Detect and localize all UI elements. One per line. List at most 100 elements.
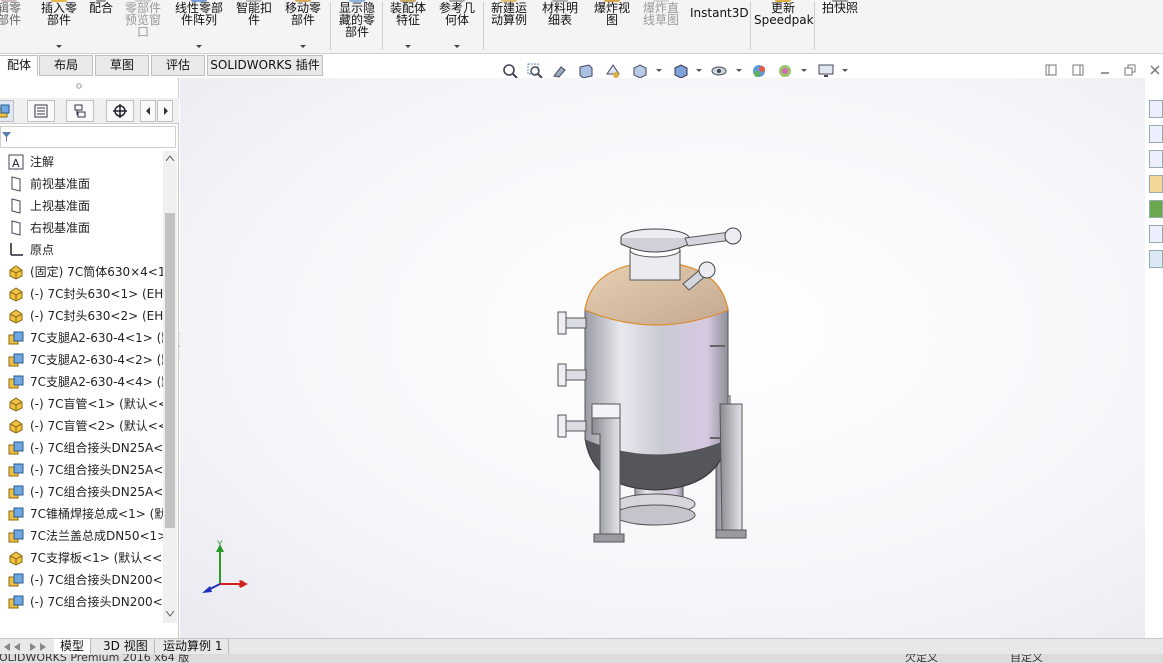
tree-item-label: (-) 7C封头630<1> (EHB bbox=[30, 287, 163, 301]
triad-y-label: Y bbox=[217, 540, 223, 550]
scrollbar-thumb[interactable] bbox=[165, 213, 175, 528]
exploded-view-button[interactable]: 爆炸视 图 bbox=[590, 0, 634, 50]
update-speedpak-button[interactable]: 更新 Speedpak bbox=[754, 0, 814, 50]
take-snapshot-button[interactable]: 拍快照 bbox=[818, 0, 862, 50]
explode-line-sketch-button[interactable]: 爆炸直 线草图 bbox=[638, 0, 684, 50]
bill-of-materials-button[interactable]: 材料明 细表 bbox=[538, 0, 582, 50]
tab-layout[interactable]: 布局 bbox=[39, 55, 93, 76]
ribbon-label: 材料明 细表 bbox=[541, 1, 578, 27]
assembly-features-button[interactable]: 装配体 特征 bbox=[386, 0, 430, 50]
chevron-down-icon[interactable] bbox=[656, 69, 662, 72]
tree-item-component[interactable]: 7C支腿A2-630-4<2> (默 bbox=[0, 349, 163, 371]
assembly-icon bbox=[8, 485, 24, 499]
tree-item-component[interactable]: 7C支撑板<1> (默认<<默 bbox=[0, 547, 163, 569]
tree-filter-field[interactable] bbox=[0, 126, 176, 148]
move-component-button[interactable]: 移动零 部件 bbox=[280, 0, 326, 50]
tree-item-right-plane[interactable]: 右视基准面 bbox=[0, 217, 163, 239]
tree-item-front-plane[interactable]: 前视基准面 bbox=[0, 173, 163, 195]
show-hidden-components-button[interactable]: 显示隐 藏的零 部件 bbox=[334, 0, 380, 50]
tree-item-label: (-) 7C组合接头DN200<1 bbox=[30, 573, 163, 587]
component-preview-window-button[interactable]: 零部件 预览窗 口 bbox=[120, 0, 166, 50]
tree-item-label: 上视基准面 bbox=[30, 199, 91, 213]
tree-item-component[interactable]: (-) 7C封头630<1> (EHB bbox=[0, 283, 163, 305]
status-units[interactable]: 自定义 bbox=[1010, 654, 1043, 663]
assembly-icon bbox=[8, 529, 24, 543]
tree-item-component[interactable]: (-) 7C组合接头DN200<2 bbox=[0, 591, 163, 613]
design-library-icon[interactable] bbox=[1149, 125, 1163, 143]
ribbon-label: 配合 bbox=[88, 1, 113, 15]
tree-item-component[interactable]: (-) 7C组合接头DN200<1 bbox=[0, 569, 163, 591]
appearances-icon[interactable] bbox=[1149, 200, 1163, 218]
ribbon-label: 零部件 预览窗 口 bbox=[124, 1, 161, 39]
reference-geometry-button[interactable]: 参考几 何体 bbox=[434, 0, 480, 50]
close-icon[interactable] bbox=[1149, 64, 1161, 76]
ribbon-partial-edit-component[interactable]: 辑零 部件 bbox=[0, 0, 24, 50]
tree-item-annotations[interactable]: A 注解 bbox=[0, 151, 163, 173]
tab-3d-view[interactable]: 3D 视图 bbox=[97, 639, 155, 655]
tree-item-component[interactable]: (-) 7C盲管<2> (默认<< bbox=[0, 415, 163, 437]
tab-motion-study[interactable]: 运动算例 1 bbox=[157, 639, 230, 655]
tree-item-label: 7C支腿A2-630-4<2> (默 bbox=[30, 353, 163, 367]
configuration-manager-tab[interactable] bbox=[66, 100, 94, 122]
graphics-area[interactable]: Y X bbox=[180, 78, 1145, 638]
tile-left-icon[interactable] bbox=[1045, 64, 1057, 76]
linear-component-pattern-button[interactable]: 线性零部 件阵列 bbox=[170, 0, 228, 50]
view-palette-icon[interactable] bbox=[1149, 175, 1163, 193]
chevron-down-icon[interactable] bbox=[801, 69, 807, 72]
scroll-right-button[interactable] bbox=[157, 100, 173, 122]
tab-label: 配体 bbox=[6, 58, 31, 72]
tree-item-component[interactable]: (-) 7C盲管<1> (默认<< bbox=[0, 393, 163, 415]
property-manager-tab[interactable] bbox=[27, 100, 55, 122]
feature-manager-tab[interactable] bbox=[0, 100, 14, 122]
tree-item-label: 7C锥桶焊接总成<1> (默 bbox=[30, 507, 163, 521]
tree-item-component[interactable]: 7C支腿A2-630-4<1> (默 bbox=[0, 327, 163, 349]
home-icon[interactable] bbox=[1149, 100, 1163, 118]
tab-navigation-arrows-icon[interactable] bbox=[2, 642, 46, 652]
configuration-icon bbox=[74, 104, 86, 118]
tree-item-top-plane[interactable]: 上视基准面 bbox=[0, 195, 163, 217]
feature-tree: A 注解 前视基准面 上视基准面 右视基准面 原点 (固定) 7C筒体630×4… bbox=[0, 151, 163, 623]
tile-right-icon[interactable] bbox=[1072, 64, 1084, 76]
arrow-left-icon bbox=[146, 107, 150, 115]
tab-label: 草图 bbox=[109, 58, 134, 72]
tree-item-component[interactable]: 7C法兰盖总成DN50<1> bbox=[0, 525, 163, 547]
svg-text:A: A bbox=[12, 157, 20, 170]
scroll-left-button[interactable] bbox=[140, 100, 156, 122]
chevron-down-icon[interactable] bbox=[736, 69, 742, 72]
forum-icon[interactable] bbox=[1149, 250, 1163, 268]
tree-item-label: (-) 7C盲管<1> (默认<< bbox=[30, 397, 163, 411]
new-motion-study-button[interactable]: 新建运 动算例 bbox=[486, 0, 532, 50]
chevron-down-icon[interactable] bbox=[842, 69, 848, 72]
assembly-icon bbox=[8, 595, 24, 609]
tree-item-component[interactable]: (固定) 7C筒体630×4<1> bbox=[0, 261, 163, 283]
custom-properties-icon[interactable] bbox=[1149, 225, 1163, 243]
tree-item-component[interactable]: (-) 7C组合接头DN25A<2 bbox=[0, 459, 163, 481]
tree-item-label: (固定) 7C筒体630×4<1> bbox=[30, 265, 163, 279]
tree-item-component[interactable]: (-) 7C封头630<2> (EHB bbox=[0, 305, 163, 327]
tree-item-origin[interactable]: 原点 bbox=[0, 239, 163, 261]
tab-assembly[interactable]: 配体 bbox=[0, 55, 38, 76]
assembly-icon bbox=[8, 573, 24, 587]
tab-sketch[interactable]: 草图 bbox=[95, 55, 149, 76]
tree-item-component[interactable]: (-) 7C组合接头DN25A<1 bbox=[0, 437, 163, 459]
smart-fasteners-button[interactable]: 智能扣 件 bbox=[232, 0, 276, 50]
ribbon-label: 爆炸直 线草图 bbox=[642, 1, 679, 27]
pressure-vessel-model[interactable] bbox=[180, 78, 1145, 638]
minimize-icon[interactable] bbox=[1099, 64, 1111, 76]
restore-icon[interactable] bbox=[1124, 64, 1136, 76]
chevron-down-icon[interactable] bbox=[696, 69, 702, 72]
file-explorer-icon[interactable] bbox=[1149, 150, 1163, 168]
tree-item-component[interactable]: 7C支腿A2-630-4<4> (默 bbox=[0, 371, 163, 393]
tree-item-component[interactable]: (-) 7C组合接头DN25A<3 bbox=[0, 481, 163, 503]
assembly-icon bbox=[8, 441, 24, 455]
tab-solidworks-addins[interactable]: SOLIDWORKS 插件 bbox=[207, 55, 323, 76]
mate-button[interactable]: 配合 bbox=[86, 0, 116, 50]
tree-item-component[interactable]: 7C锥桶焊接总成<1> (默 bbox=[0, 503, 163, 525]
insert-component-button[interactable]: 插入零 部件 bbox=[36, 0, 82, 50]
instant3d-button[interactable]: Instant3D bbox=[690, 0, 749, 50]
assembly-icon bbox=[8, 331, 24, 345]
tab-evaluate[interactable]: 评估 bbox=[151, 55, 205, 76]
tab-model[interactable]: 模型 bbox=[54, 639, 92, 655]
dimxpert-manager-tab[interactable] bbox=[106, 100, 134, 122]
chevron-down-icon bbox=[454, 45, 460, 48]
